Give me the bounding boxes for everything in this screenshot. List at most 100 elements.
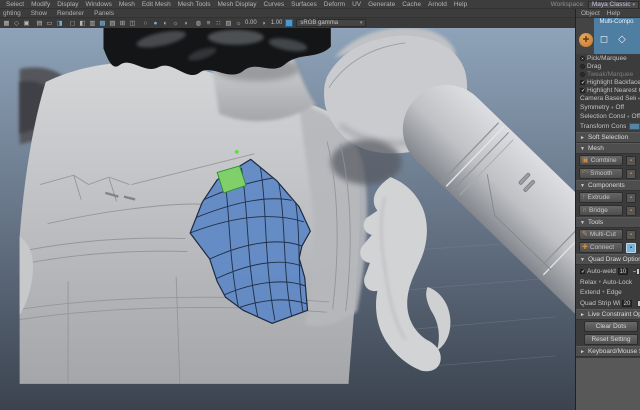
live-constraint-options-header[interactable]: ► Live Constraint Options: [576, 309, 640, 320]
mesh-section-header[interactable]: ▼ Mesh: [576, 143, 640, 154]
tool-options-icon[interactable]: ▪: [626, 155, 636, 166]
quad-draw-options-header[interactable]: ▼ Quad Draw Options: [576, 254, 640, 265]
radio-row[interactable]: Pick/Marquee: [576, 54, 640, 62]
textured-icon[interactable]: ◐: [161, 19, 170, 28]
view-transform-dropdown[interactable]: sRGB gamma ▾: [296, 19, 367, 27]
menu-item[interactable]: Cache: [399, 1, 424, 8]
viewport-3d[interactable]: [0, 28, 575, 410]
shaded-icon[interactable]: ●: [151, 19, 160, 28]
multi-component-orb-icon[interactable]: ✚: [579, 33, 593, 47]
tool-button[interactable]: ✚ Connect: [579, 242, 623, 253]
menu-item[interactable]: Help: [451, 1, 470, 8]
transform-constraint-row[interactable]: Transform Constraint: [576, 121, 640, 132]
shortcuts-header[interactable]: ► Keyboard/Mouse Short: [576, 346, 640, 357]
tool-button-row: ▣ Combine ▪: [576, 154, 640, 167]
auto-weld-row[interactable]: ✓ Auto-weld 10: [576, 265, 640, 277]
tool-options-icon[interactable]: ▪: [626, 168, 636, 179]
relax-row[interactable]: Relax ▾ Auto-Lock: [576, 277, 640, 287]
gamma-value[interactable]: 1.00: [271, 20, 283, 26]
tool-button[interactable]: ◠ Smooth: [579, 168, 623, 179]
lights-icon[interactable]: ☼: [171, 19, 180, 28]
selection-style-radios: Pick/Marquee Drag Tweak/Marquee: [576, 54, 640, 78]
menu-item[interactable]: Display: [54, 1, 81, 8]
panel-menu-item[interactable]: Panels: [92, 10, 116, 17]
bookmarks-icon[interactable]: ▭: [45, 19, 54, 28]
auto-weld-value[interactable]: 10: [617, 267, 628, 275]
camera-based-selection-row[interactable]: Camera Based Selection ▾: [576, 94, 640, 103]
tool-button[interactable]: ∩ Bridge: [579, 205, 623, 216]
clear-dots-button[interactable]: Clear Dots: [584, 321, 638, 332]
quad-strip-width-row[interactable]: Quad Strip Width: 20: [576, 297, 640, 309]
oversc an-icon[interactable]: ◧: [78, 19, 87, 28]
camera-attributes-icon[interactable]: ▤: [35, 19, 44, 28]
menu-item[interactable]: Arnold: [425, 1, 450, 8]
tool-options-icon[interactable]: ▪: [626, 242, 636, 253]
menu-item[interactable]: Select: [3, 1, 27, 8]
exposure-value[interactable]: 0.00: [245, 20, 257, 26]
radio-row[interactable]: Drag: [576, 62, 640, 70]
film-gate-icon[interactable]: ▥: [88, 19, 97, 28]
xray-icon[interactable]: ▧: [224, 19, 233, 28]
color-management-toggle[interactable]: [285, 19, 294, 27]
gate-mask-icon[interactable]: ▨: [108, 19, 117, 28]
selection-constraint-row[interactable]: Selection Constraint ▾ Off: [576, 112, 640, 121]
extend-row[interactable]: Extend ▾ Edge: [576, 287, 640, 297]
motion-blur-icon[interactable]: ≡: [204, 19, 213, 28]
menu-item[interactable]: Mesh Tools: [175, 1, 214, 8]
tool-label: Multi-Cut: [589, 231, 616, 238]
panel-menu-item[interactable]: Renderer: [55, 10, 86, 17]
menu-item[interactable]: UV: [349, 1, 364, 8]
menu-item[interactable]: Modify: [28, 1, 53, 8]
toolkit-menu-item[interactable]: Object: [581, 10, 600, 17]
menu-item[interactable]: Mesh Display: [215, 1, 260, 8]
exposure-icon[interactable]: ☼: [234, 19, 243, 28]
multisample-icon[interactable]: ∷: [214, 19, 223, 28]
tool-icon: ✎: [582, 231, 588, 238]
tool-button[interactable]: ✎ Multi-Cut: [579, 229, 623, 240]
checkbox-row[interactable]: ✓ Highlight Nearest Comp: [576, 86, 640, 94]
components-section-header[interactable]: ▼ Components: [576, 180, 640, 191]
symmetry-value: Off: [615, 104, 625, 111]
gamma-icon[interactable]: ◗: [260, 19, 269, 28]
tools-section-header[interactable]: ▼ Tools: [576, 217, 640, 228]
select-camera-icon[interactable]: ◇: [12, 19, 21, 28]
tool-button[interactable]: ↑ Extrude: [579, 192, 623, 203]
menu-item[interactable]: Curves: [261, 1, 288, 8]
lock-camera-icon[interactable]: ▣: [22, 19, 31, 28]
menu-item[interactable]: Deform: [321, 1, 348, 8]
wireframe-icon[interactable]: ○: [141, 19, 150, 28]
panel-menu-item[interactable]: ghting: [1, 10, 23, 17]
menu-item[interactable]: Mesh: [116, 1, 138, 8]
tool-button[interactable]: ▣ Combine: [579, 155, 623, 166]
tool-label: Extrude: [587, 194, 610, 201]
resolution-gate-icon[interactable]: ▩: [98, 19, 107, 28]
tool-options-icon[interactable]: ▪: [626, 229, 636, 240]
checkbox-row[interactable]: ✓ Highlight Backfaces: [576, 78, 640, 86]
snap-grid-icon[interactable]: ▦: [2, 19, 11, 28]
tool-options-icon[interactable]: ▪: [626, 205, 636, 216]
field-chart-icon[interactable]: ⊞: [118, 19, 127, 28]
transform-constraint-dropdown[interactable]: [628, 123, 640, 130]
quad-strip-width-value[interactable]: 20: [622, 299, 632, 307]
ao-icon[interactable]: ◍: [194, 19, 203, 28]
panel-menu-item[interactable]: Show: [29, 10, 49, 17]
toolkit-menu-item[interactable]: Help: [607, 10, 620, 17]
symmetry-row[interactable]: Symmetry ▾ Off: [576, 103, 640, 112]
marquee-select-icon[interactable]: ◻: [597, 33, 611, 47]
reset-settings-button[interactable]: Reset Setting: [584, 334, 638, 345]
menu-item[interactable]: Surfaces: [288, 1, 320, 8]
soft-selection-header[interactable]: ► Soft Selection: [576, 132, 640, 143]
safe-action-icon[interactable]: ◫: [128, 19, 137, 28]
menu-item[interactable]: Generate: [365, 1, 398, 8]
image-plane-icon[interactable]: ◨: [55, 19, 64, 28]
menu-item[interactable]: Windows: [83, 1, 115, 8]
2d-pan-zoom-icon[interactable]: ◻: [68, 19, 77, 28]
radio-row[interactable]: Tweak/Marquee: [576, 70, 640, 78]
menu-item[interactable]: Edit Mesh: [139, 1, 174, 8]
workspace-selector[interactable]: Maya Classic ▾: [587, 0, 639, 9]
tool-options-icon[interactable]: ▪: [626, 192, 636, 203]
checkbox-icon[interactable]: ✓: [580, 268, 586, 274]
auto-weld-slider[interactable]: [632, 267, 640, 275]
diamond-select-icon[interactable]: ◇: [615, 33, 629, 47]
shadows-icon[interactable]: ◑: [181, 19, 190, 28]
